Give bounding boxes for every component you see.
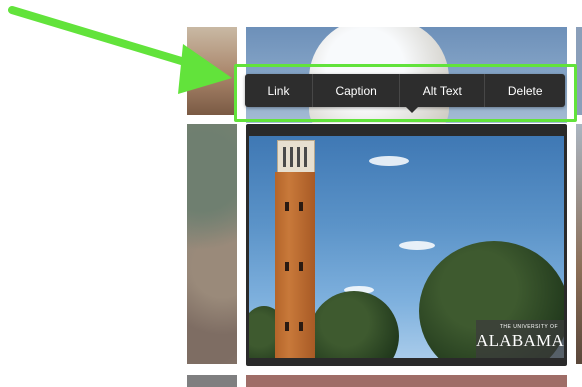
green-pointer-arrow-icon	[8, 6, 232, 94]
image-gallery-editor: THE UNIVERSITY OF ALABAMA Link Caption A…	[0, 0, 582, 387]
